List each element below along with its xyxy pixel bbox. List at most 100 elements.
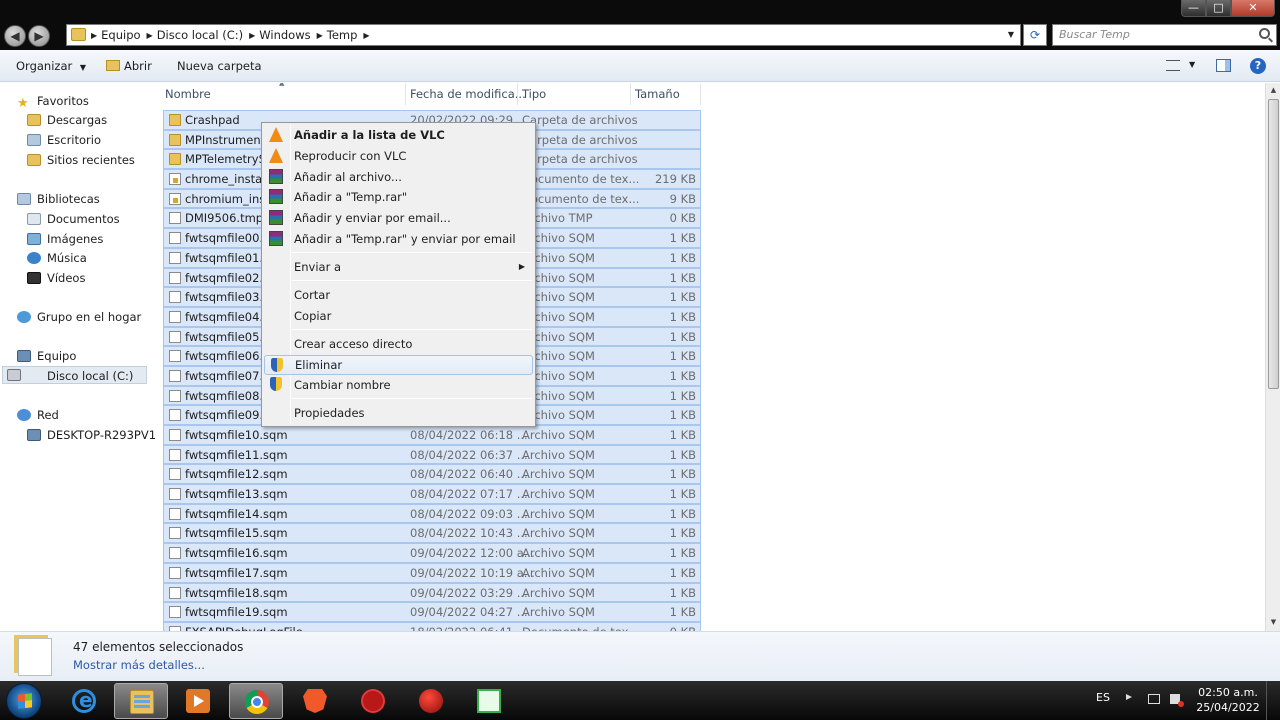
nav-music[interactable]: Música xyxy=(27,249,87,267)
folder-icon xyxy=(71,28,86,41)
menu-separator xyxy=(292,252,532,253)
address-dropdown-icon[interactable]: ▼ xyxy=(1004,27,1018,43)
network-status-icon[interactable] xyxy=(1170,694,1184,707)
menu-rar-temp-email[interactable]: Añadir a "Temp.rar" y enviar por email xyxy=(264,229,533,249)
menu-label: Reproducir con VLC xyxy=(294,149,407,163)
chevron-right-icon[interactable]: ▶ xyxy=(363,28,369,42)
file-size: 1 KB xyxy=(669,526,696,541)
file-row[interactable]: fwtsqmfile13.sqm 08/04/2022 07:17 ... Arch… xyxy=(163,484,701,504)
menu-cut[interactable]: Cortar xyxy=(264,285,533,305)
menu-vlc-add[interactable]: Añadir a la lista de VLC xyxy=(264,125,533,145)
nav-local-disk[interactable]: Disco local (C:) xyxy=(2,366,147,384)
chevron-down-icon[interactable]: ▼ xyxy=(1189,60,1195,69)
open-button[interactable]: Abrir xyxy=(106,59,152,73)
file-type: Archivo SQM xyxy=(522,428,595,442)
breadcrumb-computer[interactable]: Equipo xyxy=(97,28,146,42)
taskbar-internet-explorer[interactable] xyxy=(57,683,111,719)
nav-libraries[interactable]: Bibliotecas xyxy=(17,190,100,208)
nav-pc[interactable]: DESKTOP-R293PV1 xyxy=(27,426,156,444)
file-row[interactable]: fwtsqmfile15.sqm 08/04/2022 10:43 ... Arch… xyxy=(163,523,701,544)
address-bar[interactable]: ▶ Equipo ▶ Disco local (C:) ▶ Windows ▶ … xyxy=(66,24,1021,46)
language-indicator[interactable]: ES xyxy=(1096,691,1110,704)
nav-favorites[interactable]: ★ Favoritos xyxy=(17,92,89,110)
scroll-thumb[interactable] xyxy=(1268,99,1279,389)
column-header-name[interactable]: Nombre xyxy=(165,87,211,101)
taskbar-app-red[interactable] xyxy=(346,683,400,719)
taskbar-app-green[interactable] xyxy=(462,683,516,719)
file-row[interactable]: fwtsqmfile16.sqm 09/04/2022 12:00 a... Arc… xyxy=(163,543,701,563)
taskbar-explorer[interactable] xyxy=(114,683,168,719)
menu-label: Eliminar xyxy=(295,358,343,372)
menu-delete[interactable]: Eliminar xyxy=(264,355,533,375)
file-row[interactable]: fwtsqmfile17.sqm 09/04/2022 10:19 a... Arc… xyxy=(163,562,701,583)
nav-documents[interactable]: Documentos xyxy=(27,210,120,228)
menu-copy[interactable]: Copiar xyxy=(264,306,533,326)
close-button[interactable]: ✕ xyxy=(1231,0,1275,17)
preview-pane-icon[interactable] xyxy=(1216,59,1231,72)
menu-send-to[interactable]: Enviar a ▶ xyxy=(264,257,533,277)
file-row[interactable]: fwtsqmfile12.sqm 08/04/2022 06:40 ... Arch… xyxy=(163,464,701,485)
minimize-button[interactable]: — xyxy=(1181,0,1206,17)
show-more-details-link[interactable]: Mostrar más detalles... xyxy=(73,658,205,672)
organize-button[interactable]: Organizar ▼ xyxy=(16,59,86,73)
forward-button[interactable]: ▶ xyxy=(28,25,50,47)
breadcrumb-local-disk[interactable]: Disco local (C:) xyxy=(153,28,249,42)
new-folder-button[interactable]: Nueva carpeta xyxy=(177,59,262,73)
menu-create-shortcut[interactable]: Crear acceso directo xyxy=(264,334,533,354)
nav-images[interactable]: Imágenes xyxy=(27,230,103,248)
show-desktop-button[interactable] xyxy=(1266,681,1280,720)
scroll-up-icon[interactable]: ▲ xyxy=(1268,86,1279,96)
start-button[interactable] xyxy=(6,683,42,719)
file-row[interactable]: FXSAPIDebugLogFile18/02/2022 06:41Docume… xyxy=(163,621,701,631)
file-icon xyxy=(169,448,181,461)
vertical-scrollbar[interactable]: ▲ ▼ xyxy=(1265,83,1280,631)
help-icon[interactable]: ? xyxy=(1250,58,1266,74)
file-name: fwtsqmfile12.sqm xyxy=(185,467,288,482)
action-center-icon[interactable] xyxy=(1148,694,1160,704)
file-row[interactable]: fwtsqmfile11.sqm 08/04/2022 06:37 ... Arch… xyxy=(163,444,701,465)
menu-properties[interactable]: Propiedades xyxy=(264,403,533,423)
file-row[interactable]: fwtsqmfile19.sqm 09/04/2022 04:27 ... Arch… xyxy=(163,602,701,622)
taskbar-chrome[interactable] xyxy=(229,683,283,719)
search-input[interactable]: Buscar Temp xyxy=(1052,24,1277,46)
menu-rename[interactable]: Cambiar nombre xyxy=(264,375,533,395)
view-options-icon[interactable] xyxy=(1166,60,1180,71)
organize-label: Organizar xyxy=(16,59,73,73)
nav-downloads[interactable]: Descargas xyxy=(27,111,107,129)
nav-computer[interactable]: Equipo xyxy=(17,347,76,365)
menu-rar-add-temp[interactable]: Añadir a "Temp.rar" xyxy=(264,187,533,207)
taskbar-app-ball[interactable] xyxy=(404,683,458,719)
search-icon[interactable] xyxy=(1259,28,1270,39)
column-header-type[interactable]: Tipo xyxy=(522,87,546,101)
column-divider[interactable] xyxy=(517,83,518,105)
nav-network[interactable]: Red xyxy=(17,406,59,424)
nav-recent[interactable]: Sitios recientes xyxy=(27,151,135,169)
file-row[interactable]: fwtsqmfile14.sqm 08/04/2022 09:03 ... Arch… xyxy=(163,503,701,524)
menu-rar-add[interactable]: Añadir al archivo... xyxy=(264,167,533,187)
back-button[interactable]: ◀ xyxy=(4,25,26,47)
column-divider[interactable] xyxy=(405,83,406,105)
file-row[interactable]: fwtsqmfile10.sqm 08/04/2022 06:18 ... Arch… xyxy=(163,425,701,445)
file-icon xyxy=(169,566,181,579)
nav-label: Vídeos xyxy=(47,271,86,285)
column-header-date[interactable]: Fecha de modifica... xyxy=(410,87,526,101)
title-bar: — □ ✕ ◀ ▶ ▶ Equipo ▶ Disco local (C:) ▶ … xyxy=(0,0,1280,50)
nav-homegroup[interactable]: Grupo en el hogar xyxy=(17,308,141,326)
column-divider[interactable] xyxy=(700,83,701,105)
breadcrumb-temp[interactable]: Temp xyxy=(323,28,364,42)
nav-desktop[interactable]: Escritorio xyxy=(27,131,101,149)
taskbar-brave[interactable] xyxy=(288,683,342,719)
menu-rar-email[interactable]: Añadir y enviar por email... xyxy=(264,208,533,228)
menu-vlc-play[interactable]: Reproducir con VLC xyxy=(264,146,533,166)
taskbar-media-player[interactable] xyxy=(171,683,225,719)
breadcrumb-windows[interactable]: Windows xyxy=(255,28,316,42)
nav-videos[interactable]: Vídeos xyxy=(27,269,85,287)
volume-icon[interactable] xyxy=(1126,694,1132,700)
clock[interactable]: 02:50 a.m. 25/04/2022 xyxy=(1196,685,1260,715)
scroll-down-icon[interactable]: ▼ xyxy=(1268,618,1279,628)
column-divider[interactable] xyxy=(630,83,631,105)
column-header-size[interactable]: Tamaño xyxy=(635,87,680,101)
maximize-button[interactable]: □ xyxy=(1206,0,1231,17)
refresh-button[interactable]: ⟳ xyxy=(1023,24,1047,46)
file-row[interactable]: fwtsqmfile18.sqm 09/04/2022 03:29 ... Arch… xyxy=(163,582,701,603)
